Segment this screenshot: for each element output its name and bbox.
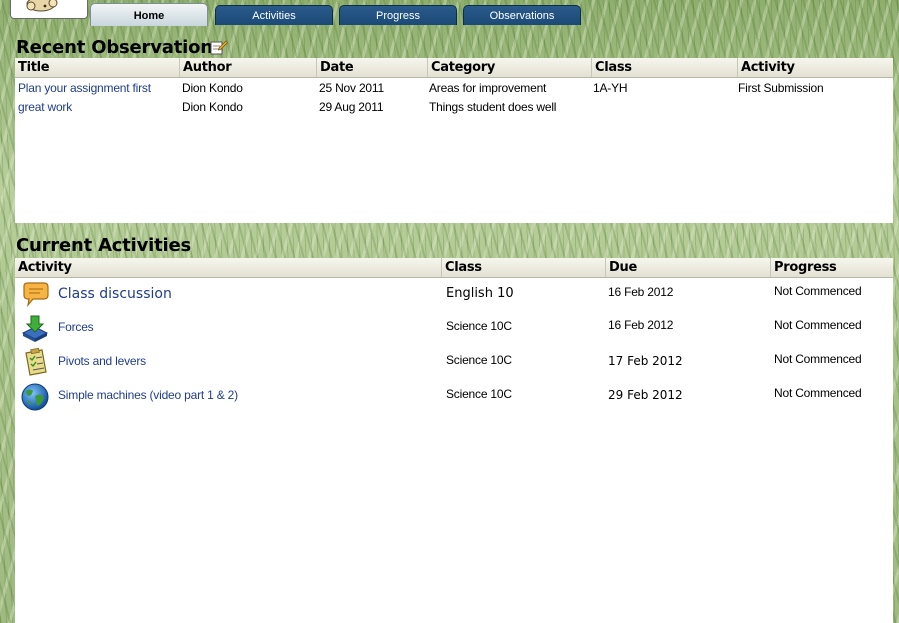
activity-due: 29 Feb 2012 [608,388,683,402]
app-logo[interactable] [10,0,88,19]
observation-author: Dion Kondo [182,81,243,95]
activity-progress: Not Commenced [774,386,862,400]
observation-author: Dion Kondo [182,100,243,114]
activity-progress: Not Commenced [774,284,862,298]
activity-due: 16 Feb 2012 [608,318,674,332]
column-date[interactable]: Date [316,58,427,77]
activity-link[interactable]: Class discussion [58,286,172,302]
tab-home[interactable]: Home [90,3,208,26]
activity-progress: Not Commenced [774,352,862,366]
activity-due: 16 Feb 2012 [608,285,674,299]
observations-header-row: Title Author Date Category Class Activit… [15,58,893,78]
current-activities-title: Current Activities [16,235,192,256]
column-class[interactable]: Class [591,58,737,77]
tab-activities[interactable]: Activities [215,5,333,25]
observation-category: Things student does well [429,100,557,114]
download-tray-icon [21,315,49,342]
observation-title-link[interactable]: great work [18,100,72,114]
activity-class: English 10 [446,286,514,301]
speech-bubble-icon [23,282,49,308]
column-category[interactable]: Category [427,58,591,77]
observation-class: 1A-YH [593,81,628,95]
activity-progress: Not Commenced [774,318,862,332]
column-title[interactable]: Title [15,58,179,77]
recent-observations-title: Recent Observations [16,37,224,58]
observation-category: Areas for improvement [429,81,547,95]
activities-table: Activity Class Due Progress Class discus… [15,258,893,623]
observations-table: Title Author Date Category Class Activit… [15,58,893,223]
column-progress[interactable]: Progress [770,258,893,277]
column-activity[interactable]: Activity [737,58,893,77]
clipboard-icon [25,347,47,376]
observation-date: 25 Nov 2011 [319,81,384,95]
tab-progress[interactable]: Progress [339,5,457,25]
add-observation-icon[interactable] [210,39,228,55]
activity-link[interactable]: Simple machines (video part 1 & 2) [58,388,238,402]
activity-due: 17 Feb 2012 [608,354,683,368]
column-class[interactable]: Class [441,258,605,277]
observation-date: 29 Aug 2011 [319,100,384,114]
globe-icon [21,383,49,411]
activities-header-row: Activity Class Due Progress [15,258,893,278]
column-due[interactable]: Due [605,258,770,277]
tab-observations[interactable]: Observations [463,5,581,25]
observation-title-link[interactable]: Plan your assignment first [18,81,151,95]
column-author[interactable]: Author [179,58,316,77]
activity-link[interactable]: Forces [58,320,94,334]
activity-link[interactable]: Pivots and levers [58,354,146,368]
logo-mascot-icon [26,0,58,12]
activity-class: Science 10C [446,319,512,333]
activity-class: Science 10C [446,387,512,401]
column-activity[interactable]: Activity [15,258,441,277]
observation-activity: First Submission [738,81,824,95]
activity-class: Science 10C [446,353,512,367]
